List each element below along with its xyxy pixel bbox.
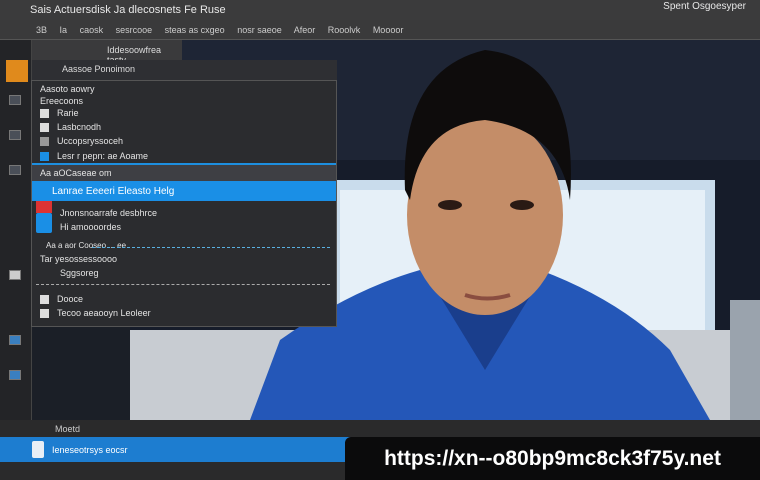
item-icon xyxy=(40,136,49,146)
window-title-right: Spent Osgoesyper xyxy=(663,1,746,12)
menu-item[interactable]: sesrcooe xyxy=(116,25,153,35)
tool-icon[interactable] xyxy=(9,335,21,345)
item-icon xyxy=(40,151,49,161)
menu-bar: 3B Ia caosk sesrcooe steas as cxgeo nosr… xyxy=(0,20,760,40)
menu-item[interactable]: Afeor xyxy=(294,25,316,35)
document-icon[interactable] xyxy=(32,441,44,458)
left-sidebar xyxy=(0,40,32,420)
tool-icon[interactable] xyxy=(9,165,21,175)
item-icon xyxy=(40,108,49,118)
menu-item[interactable]: nosr saeoe xyxy=(237,25,282,35)
separator xyxy=(36,284,330,285)
taskbar-label[interactable]: Ieneseotrsys eocsr xyxy=(52,445,128,455)
item-icon xyxy=(40,122,49,132)
menu-item[interactable]: Sggsoreg xyxy=(32,265,336,281)
item-icon xyxy=(40,294,49,304)
separator xyxy=(92,247,330,248)
tool-icon[interactable] xyxy=(9,95,21,105)
menu-item[interactable]: caosk xyxy=(80,25,104,35)
menu-item[interactable]: Lesr r pepn: ae Aoame xyxy=(32,148,336,164)
menu-item[interactable]: Ia xyxy=(60,25,68,35)
item-icon xyxy=(40,308,49,318)
tool-icon[interactable] xyxy=(9,130,21,140)
menu-item[interactable]: 3B xyxy=(36,25,47,35)
menu-item[interactable]: Rooolvk xyxy=(328,25,361,35)
watermark-url: https://xn--o80bp9mc8ck3f75y.net xyxy=(345,437,760,480)
panel-header-label: Aassoe Ponoimon xyxy=(62,64,136,74)
dropdown-menu: Aasoto aowry Ereecoons Rarie Lasbcnodh U… xyxy=(31,80,337,327)
window-title: Sais Actuersdisk Ja dlecosnets Fe Ruse xyxy=(30,4,226,16)
app-icon[interactable] xyxy=(6,60,28,82)
menu-item[interactable]: Uccopsryssoceh xyxy=(32,133,336,149)
menu-item[interactable]: Moooor xyxy=(373,25,404,35)
menu-item[interactable]: steas as cxgeo xyxy=(165,25,225,35)
menu-item[interactable]: Hi amoooordes xyxy=(32,219,336,235)
tool-icon[interactable] xyxy=(9,270,21,280)
menu-item-highlighted[interactable]: Lanrae Eeeeri Eleasto Helg xyxy=(32,181,336,201)
menu-item-selected[interactable]: Aa aOCaseae om xyxy=(32,163,336,181)
red-icon xyxy=(36,201,52,213)
title-bar: Sais Actuersdisk Ja dlecosnets Fe Ruse S… xyxy=(0,0,760,20)
tool-icon[interactable] xyxy=(9,370,21,380)
panel-header: Aassoe Ponoimon xyxy=(32,60,337,80)
status-bar: Moetd xyxy=(0,420,760,437)
status-label: Moetd xyxy=(55,424,81,434)
menu-item[interactable]: Tecoo aeaooyn Leoleer xyxy=(32,305,336,321)
secondary-toolbar: Iddesoowfrea tasty xyxy=(32,40,182,65)
